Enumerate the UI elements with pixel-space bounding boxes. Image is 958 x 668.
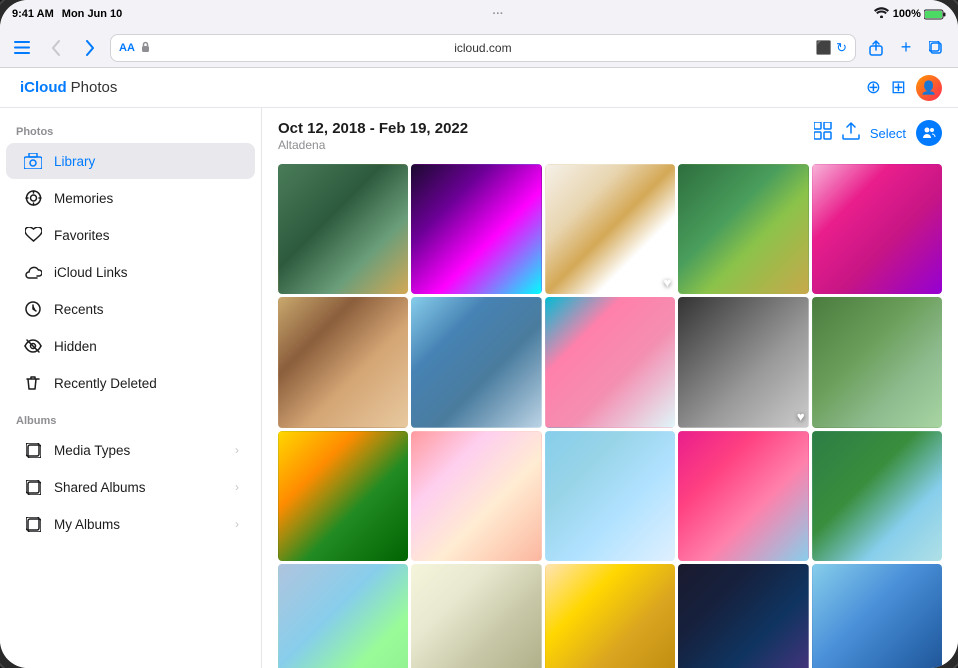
photo-cell-12[interactable] — [411, 431, 541, 561]
photos-label: Photos — [71, 79, 118, 96]
recents-icon — [22, 298, 44, 320]
recently-deleted-icon — [22, 372, 44, 394]
hidden-icon — [22, 335, 44, 357]
memories-icon — [22, 187, 44, 209]
my-albums-icon — [22, 513, 44, 535]
upload-icon[interactable] — [842, 122, 860, 145]
aa-label[interactable]: AA — [119, 42, 135, 54]
sidebar-item-library[interactable]: Library — [6, 143, 255, 179]
sidebar-toggle-button[interactable] — [8, 34, 36, 62]
location-label: Altadena — [278, 138, 468, 152]
library-label: Library — [54, 154, 95, 169]
add-photo-icon[interactable]: ⊕ — [866, 77, 881, 98]
icloud-links-label: iCloud Links — [54, 265, 128, 280]
photo-cell-9[interactable]: ♥ — [678, 297, 808, 427]
wifi-icon — [874, 7, 889, 21]
address-bar[interactable]: AA icloud.com ⬛ ↻ — [110, 34, 856, 62]
sidebar-item-favorites[interactable]: Favorites — [6, 217, 255, 253]
media-types-label: Media Types — [54, 443, 130, 458]
photo-cell-10[interactable] — [812, 297, 942, 427]
status-date: Mon Jun 10 — [62, 8, 123, 20]
shared-albums-icon — [22, 476, 44, 498]
icloud-label: iCloud — [20, 79, 67, 96]
grid-size-icon[interactable] — [814, 122, 832, 145]
memories-label: Memories — [54, 191, 113, 206]
my-albums-chevron: › — [235, 517, 239, 531]
library-icon — [22, 150, 44, 172]
photo-cell-8[interactable] — [545, 297, 675, 427]
icloud-header: iCloud Photos ⊕ ⊞ 👤 — [0, 68, 958, 108]
people-icon[interactable] — [916, 120, 942, 146]
hidden-label: Hidden — [54, 339, 97, 354]
device-frame: 9:41 AM Mon Jun 10 ··· 100% AA — [0, 0, 958, 668]
header-actions: ⊕ ⊞ 👤 — [866, 75, 942, 101]
photo-cell-19[interactable] — [678, 564, 808, 668]
sidebar-item-recently-deleted[interactable]: Recently Deleted — [6, 365, 255, 401]
content-header: Oct 12, 2018 - Feb 19, 2022 Altadena Sel… — [278, 120, 942, 152]
photo-cell-5[interactable] — [812, 164, 942, 294]
tabs-button[interactable] — [922, 34, 950, 62]
photo-cell-4[interactable] — [678, 164, 808, 294]
icloud-logo: iCloud Photos — [16, 79, 117, 96]
add-button[interactable]: + — [892, 34, 920, 62]
photo-grid: ♥♥HDR — [278, 164, 942, 668]
photo-cell-14[interactable] — [678, 431, 808, 561]
main-layout: Photos Library Memories Favorites — [0, 108, 958, 668]
share-button[interactable] — [862, 34, 890, 62]
photos-section-label: Photos — [0, 120, 261, 142]
sidebar: Photos Library Memories Favorites — [0, 108, 262, 668]
sidebar-item-recents[interactable]: Recents — [6, 291, 255, 327]
photo-cell-3[interactable]: ♥ — [545, 164, 675, 294]
share-icon[interactable]: ⬛ — [816, 40, 832, 56]
photo-cell-20[interactable] — [812, 564, 942, 668]
photo-cell-18[interactable] — [545, 564, 675, 668]
browser-toolbar: AA icloud.com ⬛ ↻ + — [0, 28, 958, 68]
my-albums-label: My Albums — [54, 517, 120, 532]
photo-cell-15[interactable] — [812, 431, 942, 561]
content-toolbar: Select — [814, 120, 942, 146]
back-button[interactable] — [42, 34, 70, 62]
media-types-icon — [22, 439, 44, 461]
photo-cell-11[interactable] — [278, 431, 408, 561]
content-title-area: Oct 12, 2018 - Feb 19, 2022 Altadena — [278, 120, 468, 152]
photo-cell-1[interactable] — [278, 164, 408, 294]
favorites-icon — [22, 224, 44, 246]
sidebar-item-my-albums[interactable]: My Albums › — [6, 506, 255, 542]
shared-albums-chevron: › — [235, 480, 239, 494]
albums-section-label: Albums — [0, 409, 261, 431]
photo-cell-6[interactable] — [278, 297, 408, 427]
toolbar-actions: + — [862, 34, 950, 62]
lock-icon — [141, 41, 150, 55]
forward-button[interactable] — [76, 34, 104, 62]
photo-cell-2[interactable] — [411, 164, 541, 294]
photo-cell-16[interactable] — [278, 564, 408, 668]
sidebar-item-icloud-links[interactable]: iCloud Links — [6, 254, 255, 290]
sidebar-item-hidden[interactable]: Hidden — [6, 328, 255, 364]
grid-view-icon[interactable]: ⊞ — [891, 77, 906, 98]
photo-cell-17[interactable] — [411, 564, 541, 668]
sidebar-item-shared-albums[interactable]: Shared Albums › — [6, 469, 255, 505]
refresh-icon[interactable]: ↻ — [836, 40, 847, 56]
favorites-label: Favorites — [54, 228, 110, 243]
battery-icon: 100% — [893, 8, 946, 20]
recents-label: Recents — [54, 302, 104, 317]
photo-library-content: Oct 12, 2018 - Feb 19, 2022 Altadena Sel… — [262, 108, 958, 668]
status-bar: 9:41 AM Mon Jun 10 ··· 100% — [0, 0, 958, 28]
media-types-chevron: › — [235, 443, 239, 457]
address-text: icloud.com — [154, 41, 812, 55]
sidebar-item-memories[interactable]: Memories — [6, 180, 255, 216]
photo-cell-13[interactable] — [545, 431, 675, 561]
sidebar-item-media-types[interactable]: Media Types › — [6, 432, 255, 468]
date-range: Oct 12, 2018 - Feb 19, 2022 — [278, 120, 468, 137]
icloud-links-icon — [22, 261, 44, 283]
shared-albums-label: Shared Albums — [54, 480, 146, 495]
select-button[interactable]: Select — [870, 126, 906, 141]
avatar-icon[interactable]: 👤 — [916, 75, 942, 101]
recently-deleted-label: Recently Deleted — [54, 376, 157, 391]
status-dots: ··· — [493, 8, 504, 20]
status-time: 9:41 AM — [12, 8, 54, 20]
photo-cell-7[interactable] — [411, 297, 541, 427]
